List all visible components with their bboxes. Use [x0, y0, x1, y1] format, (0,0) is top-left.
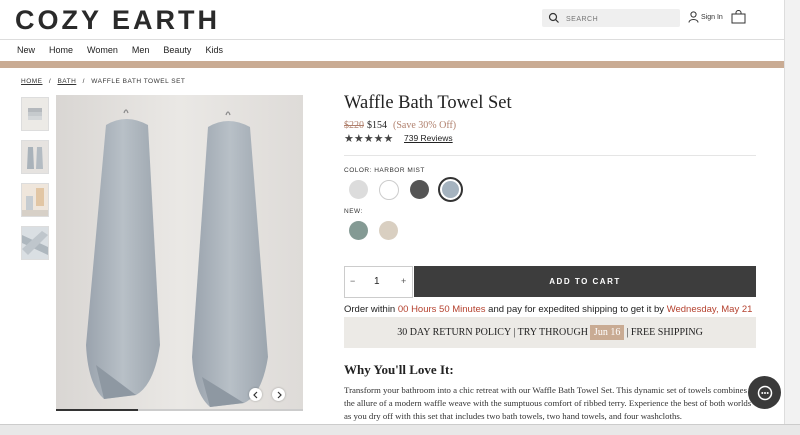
search-icon: [548, 12, 559, 23]
color-label: COLOR: HARBOR MIST: [344, 167, 425, 174]
why-heading: Why You'll Love It:: [344, 362, 454, 377]
add-to-cart-button[interactable]: ADD TO CART: [414, 266, 756, 297]
product-thumbnail-4[interactable]: [21, 226, 49, 260]
nav-item-new[interactable]: New: [17, 45, 35, 55]
quantity-decrease-button[interactable]: −: [350, 276, 355, 286]
search-input[interactable]: [564, 11, 678, 27]
previous-image-button[interactable]: [249, 388, 262, 401]
breadcrumb-separator: /: [48, 78, 52, 85]
next-image-button[interactable]: [272, 388, 285, 401]
color-swatch-white[interactable]: [379, 180, 399, 200]
countdown-time: 00 Hours 50 Minutes: [397, 304, 486, 315]
main-nav: New Home Women Men Beauty Kids: [17, 45, 237, 55]
product-description: Transform your bathroom into a chic retr…: [344, 385, 752, 421]
delivery-date: Wednesday, May 21: [666, 304, 753, 315]
sign-in-link[interactable]: Sign In: [688, 11, 723, 23]
star-rating: ★★★★★: [344, 133, 394, 145]
order-prefix: Order within: [344, 304, 396, 315]
header-divider: [0, 39, 784, 40]
cart-icon[interactable]: [731, 10, 746, 24]
reviews-link[interactable]: 739 Reviews: [404, 133, 453, 143]
logo[interactable]: COZY EARTH: [15, 5, 220, 36]
breadcrumb-home[interactable]: HOME: [21, 78, 43, 85]
main-product-image: [56, 95, 303, 411]
color-swatch-charcoal[interactable]: [410, 180, 429, 199]
image-progress-fill: [56, 409, 138, 411]
policy-text-1: 30 DAY RETURN POLICY | TRY THROUGH: [397, 327, 588, 338]
price: $220 $154 (Save 30% Off): [344, 120, 456, 131]
return-policy-banner: 30 DAY RETURN POLICY | TRY THROUGH Jun 1…: [344, 317, 756, 348]
order-middle: and pay for expedited shipping to get it…: [488, 304, 665, 315]
nav-item-home[interactable]: Home: [49, 45, 73, 55]
chevron-left-icon: [252, 391, 257, 398]
chat-icon: [757, 385, 772, 400]
color-swatch-harbor-mist[interactable]: [442, 181, 459, 198]
new-colors-label: NEW:: [344, 208, 363, 215]
nav-item-beauty[interactable]: Beauty: [163, 45, 191, 55]
nav-item-kids[interactable]: Kids: [205, 45, 223, 55]
breadcrumb-current: WAFFLE BATH TOWEL SET: [91, 78, 186, 85]
quantity-stepper: − 1 +: [344, 266, 413, 298]
original-price: $220: [344, 120, 364, 131]
sign-in-label: Sign In: [701, 13, 723, 21]
color-swatch-selected-ring[interactable]: [438, 177, 463, 202]
savings-text: (Save 30% Off): [393, 120, 457, 131]
breadcrumb-separator: /: [82, 78, 85, 85]
quantity-increase-button[interactable]: +: [401, 276, 406, 286]
product-thumbnail-1[interactable]: [21, 97, 49, 131]
chevron-right-icon: [277, 391, 282, 398]
user-icon: [688, 11, 699, 23]
product-title: Waffle Bath Towel Set: [344, 93, 512, 113]
nav-item-men[interactable]: Men: [132, 45, 150, 55]
sale-price: $154: [367, 120, 387, 131]
chat-button[interactable]: [748, 376, 781, 409]
product-thumbnail-2[interactable]: [21, 140, 49, 174]
shipping-countdown: Order within 00 Hours 50 Minutes and pay…: [344, 304, 752, 315]
product-thumbnail-3[interactable]: [21, 183, 49, 217]
info-divider: [344, 155, 756, 156]
nav-item-women[interactable]: Women: [87, 45, 118, 55]
color-swatch-light-gray[interactable]: [349, 180, 368, 199]
policy-date: Jun 16: [589, 325, 625, 340]
quantity-value[interactable]: 1: [374, 276, 380, 287]
window-bottom-bar: [0, 424, 800, 435]
page-scrollbar[interactable]: [784, 0, 800, 424]
breadcrumb: HOME / BATH / WAFFLE BATH TOWEL SET: [21, 78, 185, 85]
search-bar[interactable]: [542, 9, 680, 27]
color-swatch-sand[interactable]: [379, 221, 398, 240]
promo-band: [0, 61, 784, 68]
policy-text-2: | FREE SHIPPING: [626, 327, 703, 338]
color-swatch-sage[interactable]: [349, 221, 368, 240]
breadcrumb-bath[interactable]: BATH: [57, 78, 76, 85]
